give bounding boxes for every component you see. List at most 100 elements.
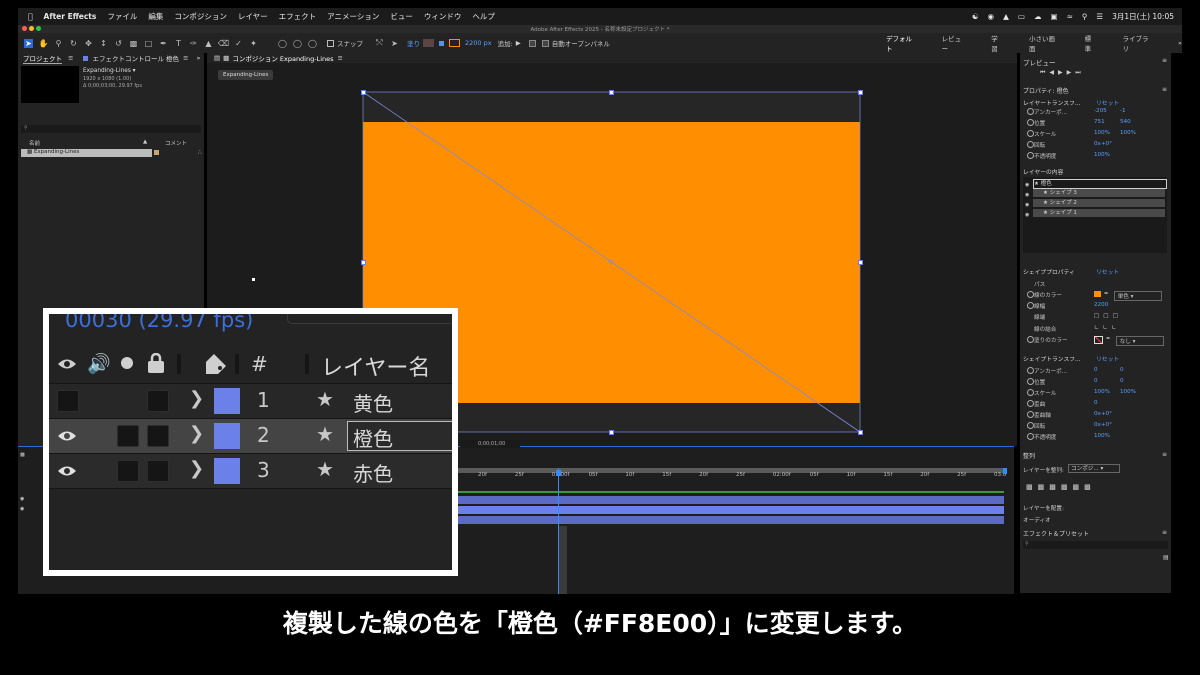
layer-name[interactable]: 黄色: [353, 388, 393, 417]
label-color-swatch[interactable]: [214, 423, 240, 449]
stopwatch-icon[interactable]: [1027, 422, 1034, 429]
layer-bar-1[interactable]: [458, 496, 1004, 504]
layer-panel-zoom: 00030 (29.97 fps) 🔊 # レイヤー名 ❯ 1 ★ 黄色 ❯ 2…: [49, 314, 452, 570]
lock-toggle[interactable]: [147, 390, 169, 412]
layer-bar-3[interactable]: [458, 516, 1004, 524]
lock-toggle[interactable]: [147, 460, 169, 482]
stopwatch-icon[interactable]: [1027, 152, 1034, 159]
layer-name[interactable]: 赤色: [353, 458, 393, 487]
eye-icon[interactable]: ◉ ◉: [20, 494, 24, 514]
stopwatch-icon[interactable]: [1027, 108, 1034, 115]
label-color-swatch[interactable]: [214, 458, 240, 484]
solo-toggle[interactable]: [117, 425, 139, 447]
solo-icon[interactable]: [121, 357, 133, 369]
viewer-timecode[interactable]: 0;00;01;00: [460, 440, 520, 448]
work-area-end-handle[interactable]: [1003, 468, 1007, 474]
menu-icon[interactable]: ≡: [1162, 86, 1167, 93]
stopwatch-icon[interactable]: [1027, 367, 1034, 374]
handle-bottom-center[interactable]: [609, 430, 614, 435]
stopwatch-icon[interactable]: [1027, 378, 1034, 385]
col-layer-name-header[interactable]: レイヤー名: [321, 350, 430, 382]
stopwatch-icon[interactable]: [1027, 130, 1034, 137]
column-divider[interactable]: [305, 354, 309, 374]
layer-row-2[interactable]: ❯ 2 ★ 橙色: [49, 418, 452, 453]
audio-icon[interactable]: 🔊: [87, 352, 111, 375]
handle-top-left[interactable]: [361, 90, 366, 95]
chevron-right-icon[interactable]: ❯: [189, 388, 204, 409]
contents-item[interactable]: ★ 橙色: [1033, 179, 1167, 189]
effects-search-input[interactable]: ⚲: [1023, 541, 1168, 549]
timecode-display[interactable]: 00030 (29.97 fps): [65, 314, 253, 332]
zoom-inset: 00030 (29.97 fps) 🔊 # レイヤー名 ❯ 1 ★ 黄色 ❯ 2…: [43, 308, 458, 576]
align-to-select[interactable]: コンポジ... ▾: [1068, 464, 1120, 473]
layer-row-1[interactable]: ❯ 1 ★ 黄色: [49, 383, 452, 418]
stroke-type-select[interactable]: 単色 ▾: [1113, 291, 1162, 301]
eyedropper-icon[interactable]: ✒: [1106, 336, 1111, 346]
eye-icon[interactable]: [57, 429, 77, 443]
audio-tab[interactable]: オーディオ: [1023, 516, 1051, 524]
stopwatch-icon[interactable]: [1027, 291, 1034, 298]
stopwatch-icon[interactable]: [1027, 302, 1034, 309]
eyedropper-icon[interactable]: ✒: [1104, 291, 1109, 301]
timeline-tab-icon[interactable]: ▩: [20, 452, 25, 458]
chevron-right-icon[interactable]: ❯: [189, 458, 204, 479]
align-buttons[interactable]: ▩▩▩▩▩▩: [1026, 483, 1096, 491]
stopwatch-icon[interactable]: [1027, 400, 1034, 407]
handle-top-right[interactable]: [858, 90, 863, 95]
menu-icon[interactable]: ≡: [1162, 529, 1167, 536]
column-divider[interactable]: [235, 354, 239, 374]
reset-link[interactable]: リセット: [1096, 98, 1119, 107]
col-number-header[interactable]: #: [251, 352, 268, 376]
layer-name[interactable]: 橙色: [353, 423, 393, 452]
stroke-color-swatch[interactable]: [1094, 291, 1101, 297]
column-divider[interactable]: [177, 354, 181, 374]
layer-bar-2[interactable]: [458, 506, 1004, 514]
handle-top-center[interactable]: [609, 90, 614, 95]
stopwatch-icon[interactable]: [1027, 389, 1034, 396]
stopwatch-icon[interactable]: [1027, 141, 1034, 148]
stopwatch-icon[interactable]: [1027, 433, 1034, 440]
search-icon: ⚲: [1025, 541, 1029, 547]
menu-icon[interactable]: ≡: [1162, 57, 1167, 64]
video-toggle[interactable]: [57, 390, 79, 412]
reset-link[interactable]: リセット: [1096, 354, 1119, 363]
stopwatch-icon[interactable]: [1027, 119, 1034, 126]
handle-bottom-right[interactable]: [858, 430, 863, 435]
contents-item[interactable]: ★ シェイプ 2: [1033, 199, 1165, 207]
line-join-buttons[interactable]: ∟∟∟: [1094, 325, 1120, 333]
lock-icon[interactable]: [147, 353, 165, 373]
eye-icon[interactable]: [57, 464, 77, 478]
fill-type-select[interactable]: なし ▾: [1115, 336, 1164, 346]
label-color-swatch[interactable]: [214, 388, 240, 414]
preview-header[interactable]: プレビュー: [1023, 57, 1056, 67]
ruler-tick-label: 05f: [588, 472, 598, 478]
align-header: 整列: [1023, 453, 1036, 460]
time-ruler[interactable]: 20f25f01:00f05f10f15f20f25f02:00f05f10f1…: [458, 471, 1006, 479]
reset-link[interactable]: リセット: [1096, 267, 1119, 276]
prop-path[interactable]: パス: [1034, 280, 1169, 288]
label-tag-icon[interactable]: [205, 353, 227, 375]
handle-mid-left[interactable]: [361, 260, 366, 265]
preview-controls[interactable]: ⏮◀▶▶⏭: [1040, 69, 1085, 77]
solo-toggle[interactable]: [117, 460, 139, 482]
chevron-right-icon[interactable]: ❯: [189, 423, 204, 444]
new-bin-icon[interactable]: ▤: [1163, 554, 1169, 561]
contents-item[interactable]: ★ シェイプ 3: [1033, 189, 1165, 197]
layer-row-3[interactable]: ❯ 3 ★ 赤色: [49, 453, 452, 488]
search-field-edge[interactable]: [287, 314, 452, 324]
handle-mid-right[interactable]: [858, 260, 863, 265]
prop-position: 位置 751 540: [1034, 119, 1131, 127]
eye-icon[interactable]: [57, 357, 77, 371]
menu-icon[interactable]: ≡: [1162, 451, 1167, 458]
layer-bar-accent: [458, 491, 1004, 493]
playhead-handle[interactable]: [556, 470, 561, 476]
stopwatch-icon[interactable]: [1027, 411, 1034, 418]
lock-toggle[interactable]: [147, 425, 169, 447]
layer-transform-header[interactable]: レイヤートランスフ...: [1023, 98, 1080, 107]
contents-item[interactable]: ★ シェイプ 1: [1033, 209, 1165, 217]
fill-color-swatch[interactable]: [1094, 336, 1103, 344]
line-cap-buttons[interactable]: □□□: [1094, 313, 1122, 321]
ruler-tick-label: 20f: [920, 472, 930, 478]
eye-icon[interactable]: ◉ ◉ ◉ ◉: [1025, 180, 1029, 220]
stopwatch-icon[interactable]: [1027, 336, 1034, 343]
